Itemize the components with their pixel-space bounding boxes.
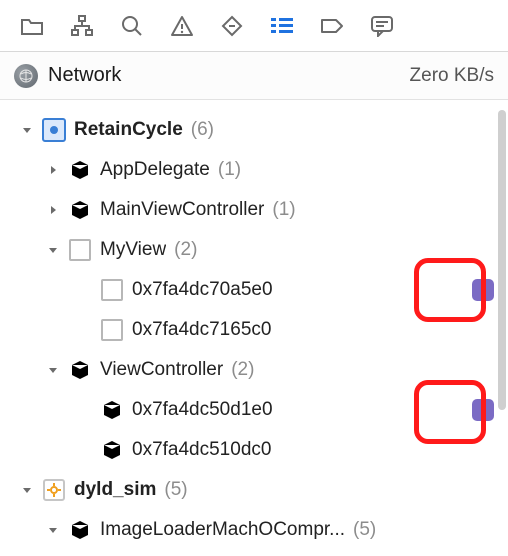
chevron-down-icon[interactable]: [46, 363, 60, 377]
tree-row-imageloader[interactable]: ImageLoaderMachOCompr... (5): [6, 510, 508, 550]
chevron-right-icon[interactable]: [46, 203, 60, 217]
square-icon: [68, 238, 92, 262]
tree-row-retaincycle[interactable]: RetainCycle (6): [6, 110, 508, 150]
chevron-right-icon[interactable]: [46, 163, 60, 177]
warning-icon[interactable]: [168, 12, 196, 40]
warning-badge[interactable]: !: [472, 399, 494, 421]
square-icon: [100, 278, 124, 302]
search-icon[interactable]: [118, 12, 146, 40]
tree-label: 0x7fa4dc7165c0: [132, 319, 271, 341]
tree-label: MainViewController: [100, 199, 264, 221]
network-icon: [14, 64, 38, 88]
diamond-icon[interactable]: [218, 12, 246, 40]
tree-count: (6): [191, 119, 214, 141]
tree-label: 0x7fa4dc70a5e0: [132, 279, 273, 301]
tree-row-dyld[interactable]: dyld_sim (5): [6, 470, 508, 510]
tree-label: ImageLoaderMachOCompr...: [100, 519, 345, 541]
chevron-down-icon[interactable]: [20, 123, 34, 137]
tree-label: ViewController: [100, 359, 223, 381]
tree-label: 0x7fa4dc510dc0: [132, 439, 271, 461]
folder-icon[interactable]: [18, 12, 46, 40]
tree-row-instance[interactable]: 0x7fa4dc70a5e0 !: [6, 270, 508, 310]
hierarchy-icon[interactable]: [68, 12, 96, 40]
scrollbar[interactable]: [498, 110, 506, 410]
comment-icon[interactable]: [368, 12, 396, 40]
gear-icon: [42, 478, 66, 502]
tree-label: RetainCycle: [74, 119, 183, 141]
tree-count: (5): [164, 479, 187, 501]
square-icon: [100, 318, 124, 342]
cube-icon: [68, 198, 92, 222]
tree-row-mainvc[interactable]: MainViewController (1): [6, 190, 508, 230]
cube-icon: [100, 398, 124, 422]
tree-count: (1): [218, 159, 241, 181]
network-rate: Zero KB/s: [410, 65, 494, 87]
tree-row-instance[interactable]: 0x7fa4dc50d1e0 !: [6, 390, 508, 430]
tree-label: MyView: [100, 239, 166, 261]
tree-count: (1): [272, 199, 295, 221]
header-title: Network: [48, 64, 121, 87]
chevron-down-icon[interactable]: [20, 483, 34, 497]
app-target-icon: [42, 118, 66, 142]
tree-row-myview[interactable]: MyView (2): [6, 230, 508, 270]
tree-count: (5): [353, 519, 376, 541]
navigator-toolbar: [0, 0, 508, 52]
cube-icon: [68, 358, 92, 382]
tree-row-viewcontroller[interactable]: ViewController (2): [6, 350, 508, 390]
tree-count: (2): [231, 359, 254, 381]
tree-label: 0x7fa4dc50d1e0: [132, 399, 273, 421]
tag-icon[interactable]: [318, 12, 346, 40]
chevron-down-icon[interactable]: [46, 243, 60, 257]
tree-row-instance[interactable]: 0x7fa4dc7165c0: [6, 310, 508, 350]
cube-icon: [100, 438, 124, 462]
tree-count: (2): [174, 239, 197, 261]
memory-graph-icon[interactable]: [268, 12, 296, 40]
warning-badge[interactable]: !: [472, 279, 494, 301]
memory-tree: RetainCycle (6) AppDelegate (1) MainView…: [0, 100, 508, 556]
chevron-down-icon[interactable]: [46, 523, 60, 537]
tree-label: dyld_sim: [74, 479, 156, 501]
tree-label: AppDelegate: [100, 159, 210, 181]
tree-row-instance[interactable]: 0x7fa4dc510dc0: [6, 430, 508, 470]
cube-icon: [68, 518, 92, 542]
cube-icon: [68, 158, 92, 182]
tree-row-appdelegate[interactable]: AppDelegate (1): [6, 150, 508, 190]
navigator-header: Network Zero KB/s: [0, 52, 508, 100]
